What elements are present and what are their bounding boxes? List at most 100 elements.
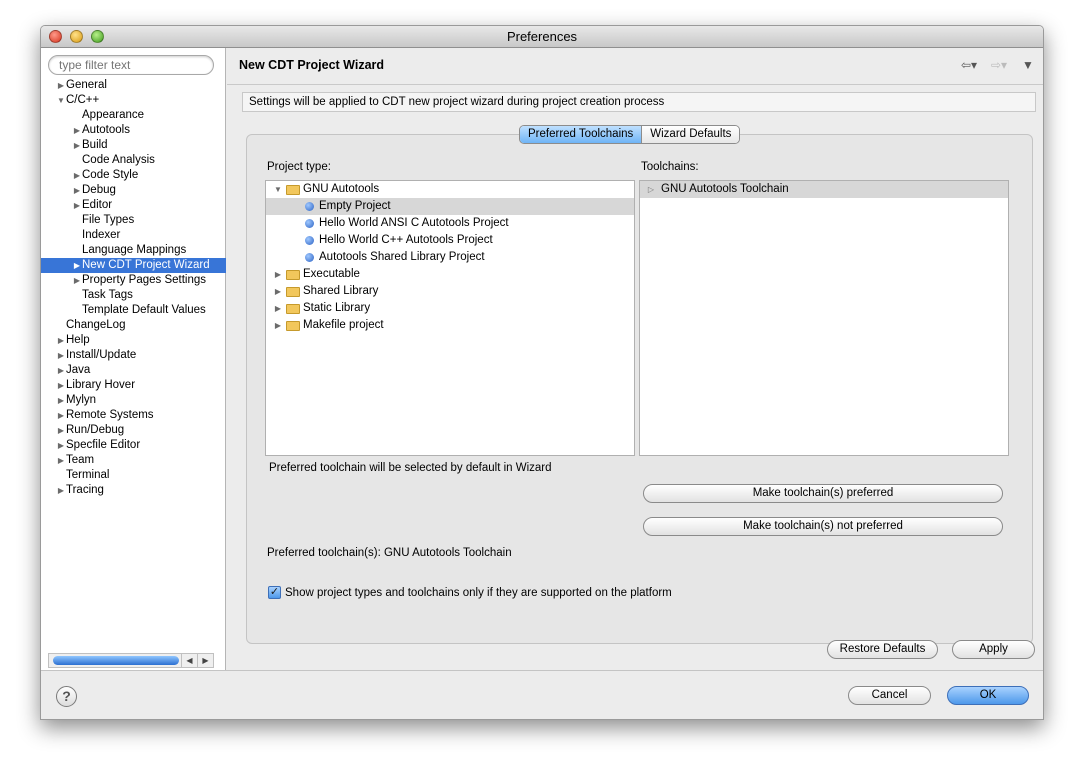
sidebar-item-new-cdt-project-wizard[interactable]: ▶ New CDT Project Wizard — [41, 258, 226, 273]
sidebar-item-run-debug[interactable]: ▶ Run/Debug — [41, 423, 226, 438]
sidebar-item-autotools[interactable]: ▶ Autotools — [41, 123, 226, 138]
collapsed-triangle-icon[interactable]: ▶ — [72, 198, 82, 213]
project-type-label: GNU Autotools — [303, 183, 380, 195]
collapsed-triangle-icon[interactable]: ▶ — [273, 317, 283, 334]
sidebar-item-help[interactable]: ▶ Help — [41, 333, 226, 348]
collapsed-triangle-icon[interactable]: ▶ — [56, 333, 66, 348]
sidebar-item-remote-systems[interactable]: ▶ Remote Systems — [41, 408, 226, 423]
minimize-window-button[interactable] — [70, 30, 83, 43]
tab-preferred-toolchains[interactable]: Preferred Toolchains — [520, 126, 643, 143]
project-type-tree[interactable]: ▼ GNU Autotools Empty Project Hello World A… — [265, 180, 635, 456]
zoom-window-button[interactable] — [91, 30, 104, 43]
sidebar-item-java[interactable]: ▶ Java — [41, 363, 226, 378]
sidebar-item-code-style[interactable]: ▶ Code Style — [41, 168, 226, 183]
project-type-gnu-autotools[interactable]: ▼ GNU Autotools — [266, 181, 634, 198]
back-arrow-icon[interactable]: ⇦▾ — [961, 58, 977, 72]
collapsed-triangle-icon[interactable]: ▶ — [56, 348, 66, 363]
collapsed-triangle-icon[interactable]: ▶ — [56, 423, 66, 438]
sidebar-item-appearance[interactable]: Appearance — [41, 108, 226, 123]
project-type-label: Shared Library — [303, 285, 379, 297]
make-not-preferred-button[interactable]: Make toolchain(s) not preferred — [643, 517, 1003, 536]
sidebar-item-task-tags[interactable]: Task Tags — [41, 288, 226, 303]
sidebar-item-specfile-editor[interactable]: ▶ Specfile Editor — [41, 438, 226, 453]
collapsed-triangle-icon[interactable]: ▶ — [72, 138, 82, 153]
project-type-label: Autotools Shared Library Project — [319, 251, 485, 263]
filter-input[interactable] — [48, 55, 214, 75]
scroll-left-icon[interactable]: ◀ — [181, 654, 197, 667]
project-bullet-icon — [305, 219, 314, 228]
sidebar-item-label: Mylyn — [66, 394, 97, 406]
view-menu-icon[interactable]: ▼ — [1022, 58, 1034, 72]
sidebar-item-general[interactable]: ▶ General — [41, 78, 226, 93]
sidebar-item-indexer[interactable]: Indexer — [41, 228, 226, 243]
dialog-footer: ? Cancel OK — [41, 670, 1043, 719]
scroll-right-icon[interactable]: ▶ — [197, 654, 213, 667]
sidebar-item-label: Template Default Values — [82, 304, 206, 316]
collapsed-triangle-icon[interactable]: ▶ — [72, 273, 82, 288]
scrollbar-thumb[interactable] — [53, 656, 179, 665]
collapsed-triangle-icon[interactable]: ▶ — [72, 168, 82, 183]
sidebar-item-code-analysis[interactable]: Code Analysis — [41, 153, 226, 168]
tab-wizard-defaults[interactable]: Wizard Defaults — [642, 126, 740, 143]
sidebar-item-team[interactable]: ▶ Team — [41, 453, 226, 468]
sidebar-item-changelog[interactable]: ChangeLog — [41, 318, 226, 333]
sidebar-item-label: Tracing — [66, 484, 104, 496]
project-type-hello-world-c-autotools-project[interactable]: Hello World C++ Autotools Project — [266, 232, 634, 249]
toolchains-list[interactable]: ▷ GNU Autotools Toolchain — [639, 180, 1009, 456]
project-type-static-library[interactable]: ▶ Static Library — [266, 300, 634, 317]
window-title: Preferences — [506, 29, 578, 44]
collapsed-triangle-icon[interactable]: ▶ — [56, 438, 66, 453]
collapsed-triangle-icon[interactable]: ▶ — [56, 363, 66, 378]
expanded-triangle-icon[interactable]: ▼ — [273, 181, 283, 198]
collapsed-triangle-icon[interactable]: ▶ — [72, 183, 82, 198]
sidebar-item-label: Code Style — [82, 169, 139, 181]
close-window-button[interactable] — [49, 30, 62, 43]
project-type-hello-world-ansi-c-autotools-project[interactable]: Hello World ANSI C Autotools Project — [266, 215, 634, 232]
expanded-triangle-icon[interactable]: ▼ — [56, 93, 66, 108]
make-preferred-button[interactable]: Make toolchain(s) preferred — [643, 484, 1003, 503]
show-supported-checkbox[interactable]: ✓ — [268, 586, 281, 599]
sidebar-item-install-update[interactable]: ▶ Install/Update — [41, 348, 226, 363]
project-type-label: Executable — [303, 268, 360, 280]
title-separator — [227, 84, 1043, 85]
collapsed-triangle-icon[interactable]: ▶ — [56, 453, 66, 468]
sidebar-item-property-pages-settings[interactable]: ▶ Property Pages Settings — [41, 273, 226, 288]
collapsed-triangle-icon[interactable]: ▶ — [56, 408, 66, 423]
restore-defaults-button[interactable]: Restore Defaults — [827, 640, 938, 659]
forward-arrow-icon[interactable]: ⇨▾ — [991, 58, 1007, 72]
collapsed-triangle-icon[interactable]: ▶ — [72, 123, 82, 138]
sidebar-item-debug[interactable]: ▶ Debug — [41, 183, 226, 198]
tab-bar: Preferred Toolchains Wizard Defaults — [519, 125, 741, 144]
project-bullet-icon — [305, 202, 314, 211]
collapsed-triangle-icon[interactable]: ▶ — [56, 78, 66, 93]
sidebar-item-c-c[interactable]: ▼ C/C++ — [41, 93, 226, 108]
project-type-autotools-shared-library-project[interactable]: Autotools Shared Library Project — [266, 249, 634, 266]
collapsed-triangle-icon[interactable]: ▶ — [56, 393, 66, 408]
project-type-shared-library[interactable]: ▶ Shared Library — [266, 283, 634, 300]
sidebar-item-template-default-values[interactable]: Template Default Values — [41, 303, 226, 318]
sidebar-item-mylyn[interactable]: ▶ Mylyn — [41, 393, 226, 408]
collapsed-triangle-icon[interactable]: ▶ — [56, 378, 66, 393]
sidebar-item-tracing[interactable]: ▶ Tracing — [41, 483, 226, 498]
help-icon[interactable]: ? — [56, 686, 77, 707]
collapsed-triangle-icon[interactable]: ▶ — [273, 300, 283, 317]
collapsed-triangle-icon[interactable]: ▶ — [273, 283, 283, 300]
sidebar-item-editor[interactable]: ▶ Editor — [41, 198, 226, 213]
sidebar-item-label: Code Analysis — [82, 154, 155, 166]
sidebar-item-library-hover[interactable]: ▶ Library Hover — [41, 378, 226, 393]
sidebar-item-file-types[interactable]: File Types — [41, 213, 226, 228]
cancel-button[interactable]: Cancel — [848, 686, 931, 705]
toolchain-gnu-autotools-toolchain[interactable]: ▷ GNU Autotools Toolchain — [640, 181, 1008, 198]
collapsed-triangle-icon[interactable]: ▶ — [273, 266, 283, 283]
sidebar-item-language-mappings[interactable]: Language Mappings — [41, 243, 226, 258]
sidebar-horizontal-scrollbar[interactable]: ◀ ▶ — [48, 653, 214, 668]
sidebar-item-build[interactable]: ▶ Build — [41, 138, 226, 153]
project-type-makefile-project[interactable]: ▶ Makefile project — [266, 317, 634, 334]
project-type-executable[interactable]: ▶ Executable — [266, 266, 634, 283]
sidebar-item-terminal[interactable]: Terminal — [41, 468, 226, 483]
collapsed-triangle-icon[interactable]: ▶ — [56, 483, 66, 498]
project-type-empty-project[interactable]: Empty Project — [266, 198, 634, 215]
collapsed-triangle-icon[interactable]: ▶ — [72, 258, 82, 273]
ok-button[interactable]: OK — [947, 686, 1029, 705]
apply-button[interactable]: Apply — [952, 640, 1035, 659]
